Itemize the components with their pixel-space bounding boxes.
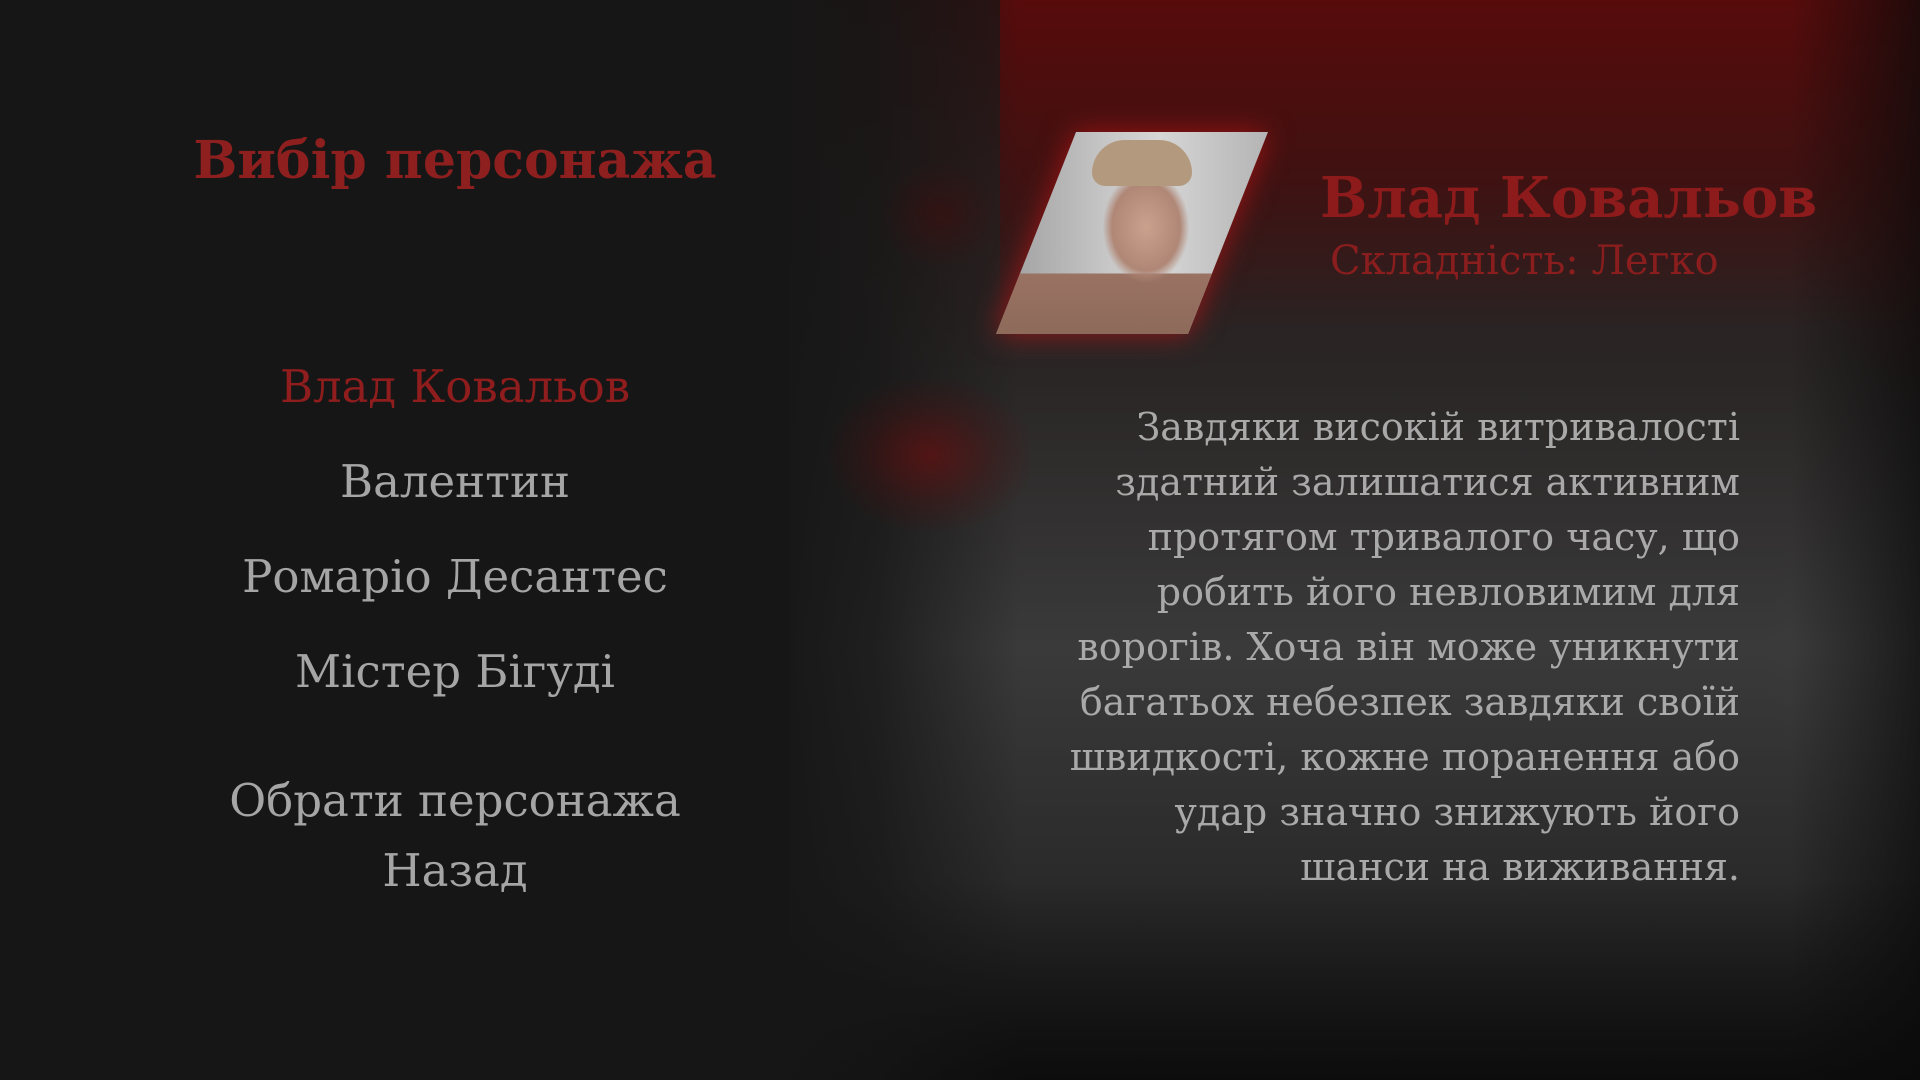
description-line: Завдяки високій витривалості [1136, 405, 1740, 449]
character-option-romario[interactable]: Ромаріо Десантес [160, 550, 750, 645]
select-character-button[interactable]: Обрати персонажа [160, 774, 750, 844]
description-line: швидкості, кожне поранення або [1069, 735, 1740, 779]
character-name: Влад Ковальов [1320, 165, 1818, 231]
description-line: шанси на виживання. [1300, 845, 1740, 889]
character-option-bigudi[interactable]: Містер Бігуді [160, 645, 750, 740]
portrait-hair [1092, 140, 1192, 186]
description-line: робить його невловимим для [1156, 570, 1740, 614]
menu-title: Вибір персонажа [193, 130, 717, 191]
character-option-vlad[interactable]: Влад Ковальов [160, 360, 750, 455]
character-description: Завдяки високій витривалості здатний зал… [1000, 400, 1740, 895]
character-portrait [996, 132, 1268, 334]
blood-splatter [880, 160, 1000, 270]
description-line: здатний залишатися активним [1115, 460, 1740, 504]
background-vignette [1790, 0, 1920, 1080]
character-list: Влад Ковальов Валентин Ромаріо Десантес … [160, 360, 750, 740]
menu-actions: Обрати персонажа Назад [160, 774, 750, 914]
character-difficulty: Складність: Легко [1330, 238, 1719, 284]
character-option-valentyn[interactable]: Валентин [160, 455, 750, 550]
description-line: ворогів. Хоча він може уникнути [1077, 625, 1740, 669]
description-line: багатьох небезпек завдяки своїй [1079, 680, 1740, 724]
back-button[interactable]: Назад [160, 844, 750, 914]
description-line: протягом тривалого часу, що [1147, 515, 1740, 559]
character-select-screen: Вибір персонажа Влад Ковальов Валентин Р… [0, 0, 1920, 1080]
description-line: удар значно знижують його [1174, 790, 1741, 834]
